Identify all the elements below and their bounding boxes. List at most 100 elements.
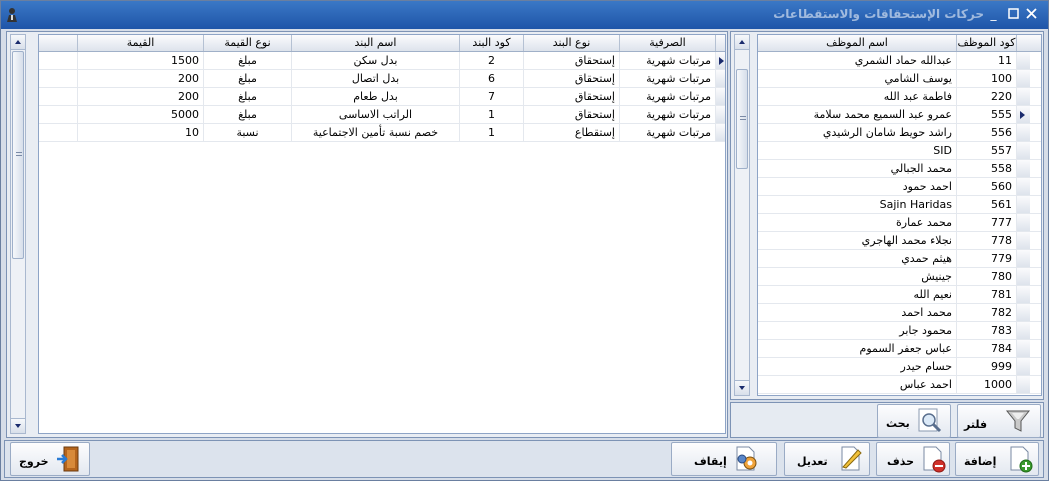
table-row[interactable]: احمد عباس 1000 [758,376,1041,394]
row-indicator [1016,124,1030,141]
action-bar: إضافة حذف تعديل إيقاف خروج [4,440,1044,478]
scroll-thumb[interactable] [12,51,24,259]
table-row[interactable]: 10 نسبة خصم نسبة تأمين الاجتماعية 1 إستقطاع م… [39,124,725,142]
items-scrollbar[interactable] [10,34,26,434]
col-employee-code[interactable]: كود الموظف [956,35,1016,51]
arrow-up-icon [739,40,745,44]
scroll-up-button[interactable] [735,35,749,50]
table-row[interactable]: حسام حيدر 999 [758,358,1041,376]
item-name-cell: بدل طعام [291,88,459,105]
employee-code-cell: 782 [956,304,1016,321]
table-row[interactable]: هيثم حمدي 779 [758,250,1041,268]
table-row[interactable]: يوسف الشامي 100 [758,70,1041,88]
item-code-cell: 2 [459,52,523,69]
add-label: إضافة [964,455,997,468]
table-row[interactable]: 5000 مبلغ الراتب الاساسى 1 إستحقاق مرتبات شهر… [39,106,725,124]
close-button[interactable] [1025,8,1038,21]
items-panel: القيمة نوع القيمة اسم البند كود البند نو… [6,31,728,438]
table-row[interactable]: محمد احمد 782 [758,304,1041,322]
item-code-cell: 6 [459,70,523,87]
arrow-down-icon [739,386,745,390]
table-row[interactable]: عبدالله حماد الشمري 11 [758,52,1041,70]
row-indicator [1016,250,1030,267]
employee-name-cell: عبدالله حماد الشمري [854,54,952,67]
table-row[interactable]: Sajin Haridas 561 [758,196,1041,214]
row-indicator [1016,88,1030,105]
row-indicator [1016,304,1030,321]
table-row[interactable]: محمود جابر 783 [758,322,1041,340]
employees-grid[interactable]: اسم الموظف كود الموظف عبدالله حماد الشمر… [757,34,1042,396]
main-window: حركات الإستحقاقات والاستقطاعات _ اسم الم… [0,0,1049,481]
row-indicator [715,70,725,87]
employee-name-cell: محمد احمد [901,306,952,319]
col-value-type[interactable]: نوع القيمة [203,35,291,51]
scroll-thumb[interactable] [736,69,748,169]
table-row[interactable]: محمد عمارة 777 [758,214,1041,232]
col-employee-name[interactable]: اسم الموظف [758,35,956,51]
edit-button[interactable]: تعديل [784,442,870,476]
table-row[interactable]: راشد حويط شامان الرشيدي 556 [758,124,1041,142]
stop-gear-icon [736,446,757,471]
col-sarf[interactable]: الصرفية [619,35,715,51]
row-indicator [1016,160,1030,177]
stop-button[interactable]: إيقاف [671,442,777,476]
employee-code-cell: 777 [956,214,1016,231]
row-indicator [1016,214,1030,231]
add-button[interactable]: إضافة [955,442,1039,476]
employee-code-cell: 1000 [956,376,1016,393]
employee-code-cell: 781 [956,286,1016,303]
table-row[interactable]: عباس جعفر السموم 784 [758,340,1041,358]
delete-button[interactable]: حذف [876,442,950,476]
filter-label: فلتر [964,418,988,431]
minimize-button[interactable]: _ [987,8,1000,21]
table-row[interactable]: نجلاء محمد الهاجري 778 [758,232,1041,250]
table-row[interactable]: SID 557 [758,142,1041,160]
item-type-cell: إستحقاق [523,88,619,105]
item-code-cell: 1 [459,124,523,141]
exit-button[interactable]: خروج [10,442,90,476]
value-cell: 1500 [77,52,203,69]
employee-code-cell: 11 [956,52,1016,69]
scroll-down-button[interactable] [11,418,25,433]
employees-scrollbar[interactable] [734,34,750,396]
col-value[interactable]: القيمة [77,35,203,51]
table-row[interactable]: عمرو عبد السميع محمد سلامة 555 [758,106,1041,124]
employee-code-cell: 784 [956,340,1016,357]
scroll-up-button[interactable] [11,35,25,50]
col-item-code[interactable]: كود البند [459,35,523,51]
employee-code-cell: 220 [956,88,1016,105]
table-row[interactable]: 200 مبلغ بدل طعام 7 إستحقاق مرتبات شهرية [39,88,725,106]
employee-name-cell: راشد حويط شامان الرشيدي [822,126,952,139]
row-indicator [1016,142,1030,159]
table-row[interactable]: فاطمة عبد الله 220 [758,88,1041,106]
current-row-icon [719,57,724,65]
scroll-down-button[interactable] [735,380,749,395]
table-row[interactable]: 200 مبلغ بدل اتصال 6 إستحقاق مرتبات شهرية [39,70,725,88]
col-item-name[interactable]: اسم البند [291,35,459,51]
employee-name-cell: يوسف الشامي [884,72,952,85]
employee-name-cell: حسام حيدر [900,360,952,373]
search-button[interactable]: بحث [877,404,951,438]
table-row[interactable]: 1500 مبلغ بدل سكن 2 إستحقاق مرتبات شهرية [39,52,725,70]
employee-name-cell: Sajin Haridas [879,198,952,211]
employee-code-cell: 780 [956,268,1016,285]
table-row[interactable]: احمد حمود 560 [758,178,1041,196]
value-cell: 200 [77,70,203,87]
col-item-type[interactable]: نوع البند [523,35,619,51]
filter-button[interactable]: فلتر [957,404,1041,438]
maximize-button[interactable] [1007,8,1020,21]
table-row[interactable]: نعيم الله 781 [758,286,1041,304]
app-icon [7,8,17,22]
employees-panel: اسم الموظف كود الموظف عبدالله حماد الشمر… [730,31,1044,400]
table-row[interactable]: جينيش 780 [758,268,1041,286]
row-indicator [1016,268,1030,285]
filter-panel: فلتر بحث [730,402,1044,438]
value-type-cell: مبلغ [203,88,291,105]
sarf-cell: مرتبات شهرية [619,88,715,105]
employee-name-cell: نعيم الله [913,288,952,301]
edit-label: تعديل [797,455,828,468]
employee-name-cell: احمد حمود [902,180,952,193]
items-grid[interactable]: القيمة نوع القيمة اسم البند كود البند نو… [38,34,726,434]
row-indicator [1016,340,1030,357]
table-row[interactable]: محمد الجبالي 558 [758,160,1041,178]
